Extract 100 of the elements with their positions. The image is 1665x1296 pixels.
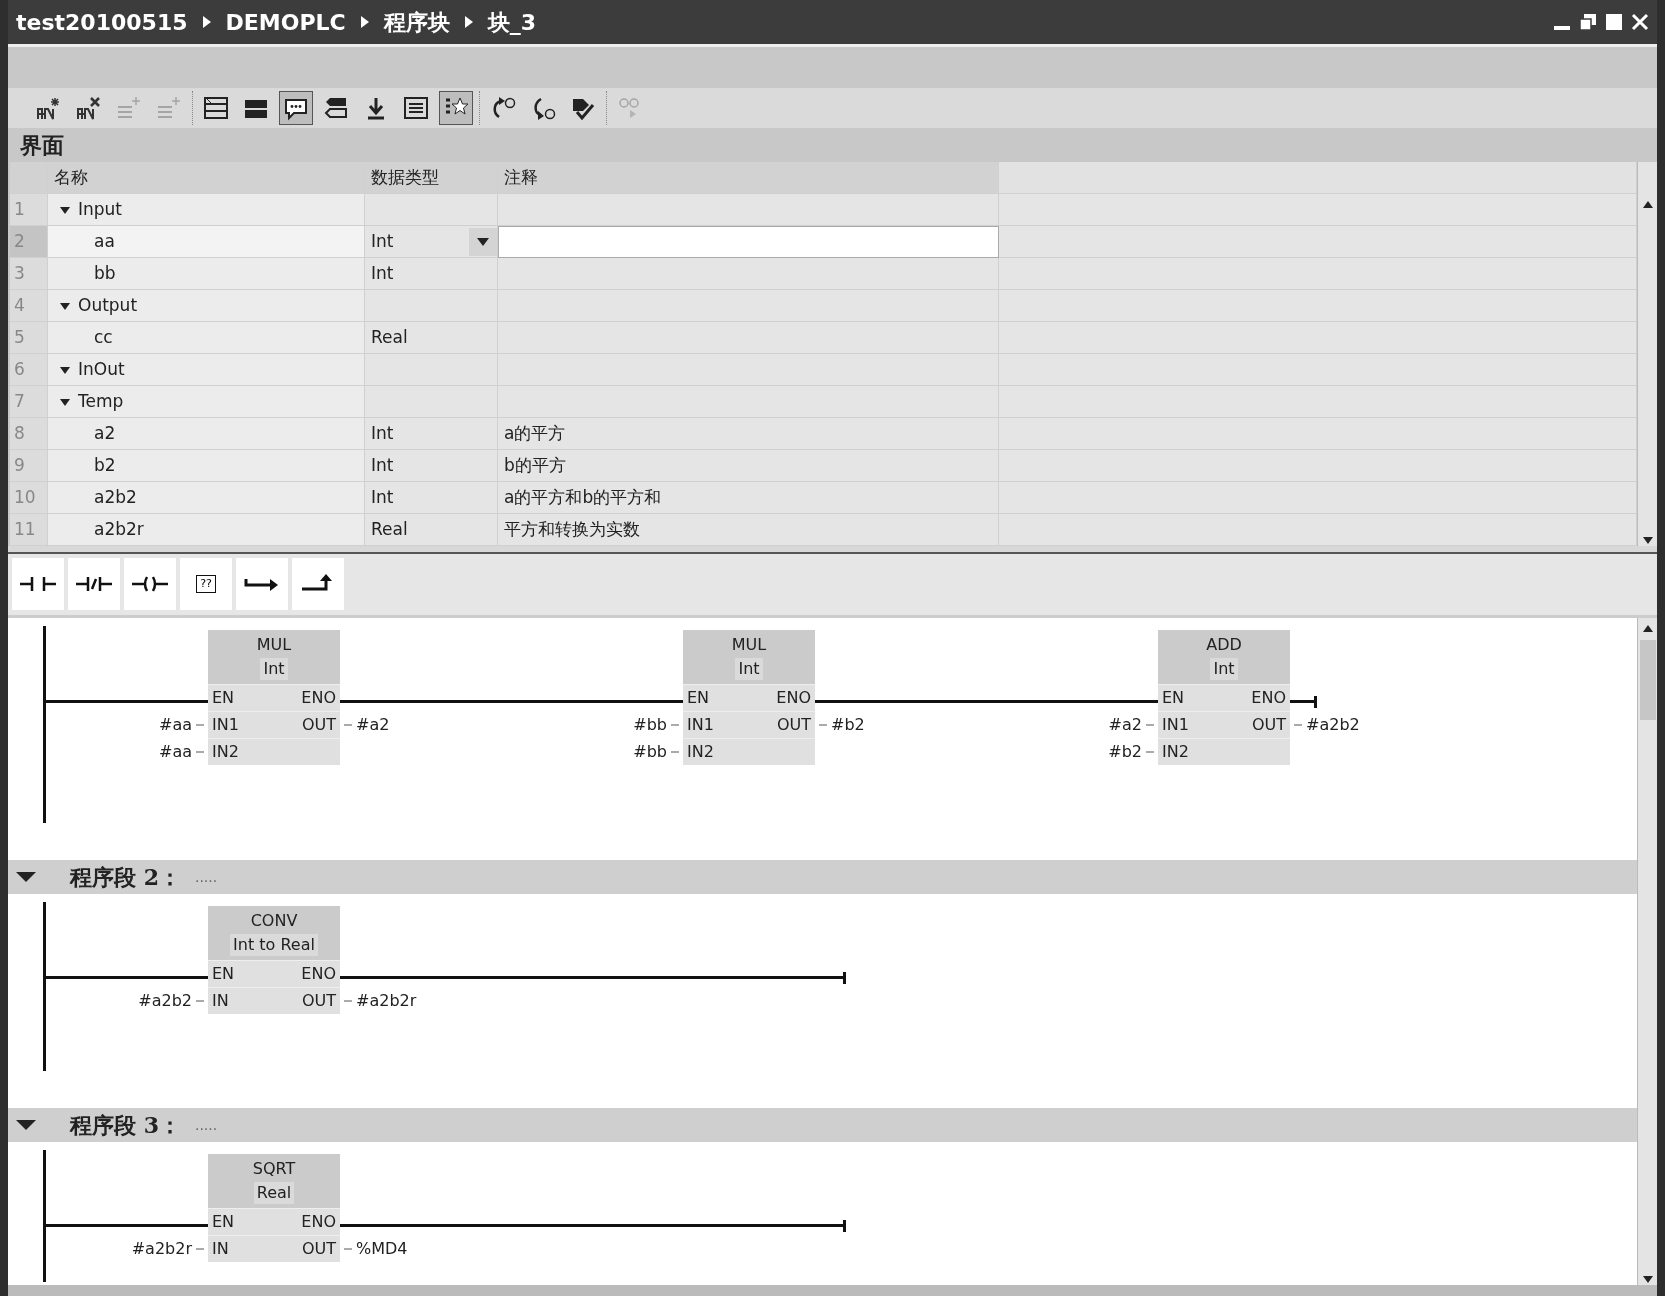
data-type: Real bbox=[371, 517, 408, 541]
pin-label: IN2 bbox=[1162, 741, 1189, 763]
operand: #a2b2r bbox=[356, 990, 417, 1012]
pin-label: EN bbox=[212, 963, 235, 985]
operand: #bb bbox=[633, 741, 667, 763]
box-type: Int to Real bbox=[230, 934, 318, 956]
pin-label: EN bbox=[212, 1211, 235, 1233]
variable-name: a2b2r bbox=[94, 517, 144, 541]
pin-label: IN2 bbox=[687, 741, 714, 763]
variable-name: Temp bbox=[78, 389, 124, 413]
pin-label: ENO bbox=[1251, 687, 1286, 709]
lines-star-icon bbox=[115, 95, 143, 121]
breadcrumb-arrow-icon bbox=[463, 15, 474, 29]
variable-name: b2 bbox=[94, 453, 116, 477]
comment-input-field[interactable] bbox=[498, 226, 999, 258]
pin-label: IN2 bbox=[212, 741, 239, 763]
box-type: Int bbox=[735, 658, 763, 680]
operand: #a2 bbox=[356, 714, 390, 736]
breadcrumb-item[interactable]: 块_3 bbox=[487, 5, 536, 39]
variable-name: aa bbox=[94, 229, 115, 253]
box-name: MUL bbox=[256, 634, 292, 656]
pin-label: IN1 bbox=[687, 714, 714, 736]
variable-name: InOut bbox=[78, 357, 125, 381]
network-title: 程序段 2： bbox=[70, 862, 181, 892]
instruction-button[interactable]: ?? bbox=[180, 558, 232, 610]
pin-label: IN1 bbox=[1162, 714, 1189, 736]
box-type: Int bbox=[1210, 658, 1238, 680]
instruction-button[interactable] bbox=[68, 558, 120, 610]
breadcrumb-arrow-icon bbox=[201, 15, 212, 29]
instruction-button[interactable] bbox=[12, 558, 64, 610]
variable-name: cc bbox=[94, 325, 113, 349]
instruction-button[interactable] bbox=[124, 558, 176, 610]
dropdown-button[interactable] bbox=[469, 227, 497, 256]
pin-label: OUT bbox=[301, 714, 336, 736]
rung-wire bbox=[1290, 700, 1314, 703]
pin-label: IN1 bbox=[212, 714, 239, 736]
toolbar-button[interactable] bbox=[439, 91, 473, 125]
rung-end bbox=[1314, 696, 1317, 708]
network-comment: ..... bbox=[194, 867, 218, 887]
section-title: 界面 bbox=[8, 128, 1657, 162]
pin-label: IN bbox=[212, 990, 229, 1012]
box-type: Int bbox=[260, 658, 288, 680]
box-name: CONV bbox=[250, 910, 298, 932]
scroll-thumb[interactable] bbox=[1639, 640, 1656, 720]
variable-name: bb bbox=[94, 261, 116, 285]
data-type: Int bbox=[371, 421, 394, 445]
pin-label: OUT bbox=[776, 714, 811, 736]
pin-label: ENO bbox=[776, 687, 811, 709]
breadcrumb-item[interactable]: DEMOPLC bbox=[225, 5, 346, 39]
operand: #a2b2r bbox=[131, 1238, 192, 1260]
pin-label: ENO bbox=[301, 687, 336, 709]
operand: #b2 bbox=[831, 714, 865, 736]
pin-label: ENO bbox=[301, 1211, 336, 1233]
tags-icon bbox=[322, 95, 350, 121]
network-cross-icon bbox=[75, 95, 103, 121]
pin-label: OUT bbox=[301, 1238, 336, 1260]
table-rows-icon bbox=[202, 95, 230, 121]
operand: #a2b2 bbox=[138, 990, 192, 1012]
operand: #a2b2 bbox=[1306, 714, 1360, 736]
splitter[interactable] bbox=[8, 546, 1657, 554]
collapse-caret-icon[interactable] bbox=[16, 871, 36, 883]
breadcrumb-item[interactable]: 程序块 bbox=[383, 5, 450, 39]
scrollbar[interactable] bbox=[1637, 162, 1657, 546]
operand: #a2 bbox=[1108, 714, 1142, 736]
maximize-icon[interactable] bbox=[1605, 13, 1623, 31]
scrollbar[interactable] bbox=[1637, 618, 1657, 1285]
data-type: Int bbox=[371, 453, 394, 477]
operand: %MD4 bbox=[356, 1238, 408, 1260]
column-header[interactable]: 数据类型 bbox=[365, 162, 498, 194]
pin-label: ENO bbox=[301, 963, 336, 985]
lines-star-icon bbox=[155, 95, 183, 121]
close-icon[interactable] bbox=[1631, 13, 1649, 31]
box-name: MUL bbox=[731, 634, 767, 656]
operand: #bb bbox=[633, 714, 667, 736]
toolbar-button[interactable] bbox=[279, 91, 313, 125]
comment-text: 平方和转换为实数 bbox=[504, 517, 640, 541]
comment-text: a的平方和b的平方和 bbox=[504, 485, 662, 509]
operand: #aa bbox=[159, 741, 192, 763]
pin-label: IN bbox=[212, 1238, 229, 1260]
operand: #b2 bbox=[1108, 741, 1142, 763]
breadcrumb-item[interactable]: test20100515 bbox=[16, 5, 188, 39]
collapse-caret-icon[interactable] bbox=[16, 1119, 36, 1131]
restore-icon[interactable] bbox=[1579, 13, 1597, 31]
data-type: Int bbox=[371, 485, 394, 509]
instruction-button[interactable] bbox=[292, 558, 344, 610]
column-header[interactable]: 注释 bbox=[498, 162, 999, 194]
column-header[interactable]: 名称 bbox=[48, 162, 365, 194]
variable-name: a2 bbox=[94, 421, 116, 445]
network-comment: ..... bbox=[194, 1115, 218, 1135]
instruction-button[interactable] bbox=[236, 558, 288, 610]
data-type: Real bbox=[371, 325, 408, 349]
data-type: Int bbox=[371, 229, 394, 253]
pin-label: EN bbox=[1162, 687, 1185, 709]
rung-end bbox=[843, 972, 846, 984]
data-type: Int bbox=[371, 261, 394, 285]
variable-name: Output bbox=[78, 293, 138, 317]
comment-text: a的平方 bbox=[504, 421, 566, 445]
pin-label: EN bbox=[687, 687, 710, 709]
pin-label: OUT bbox=[301, 990, 336, 1012]
pin-label: OUT bbox=[1251, 714, 1286, 736]
